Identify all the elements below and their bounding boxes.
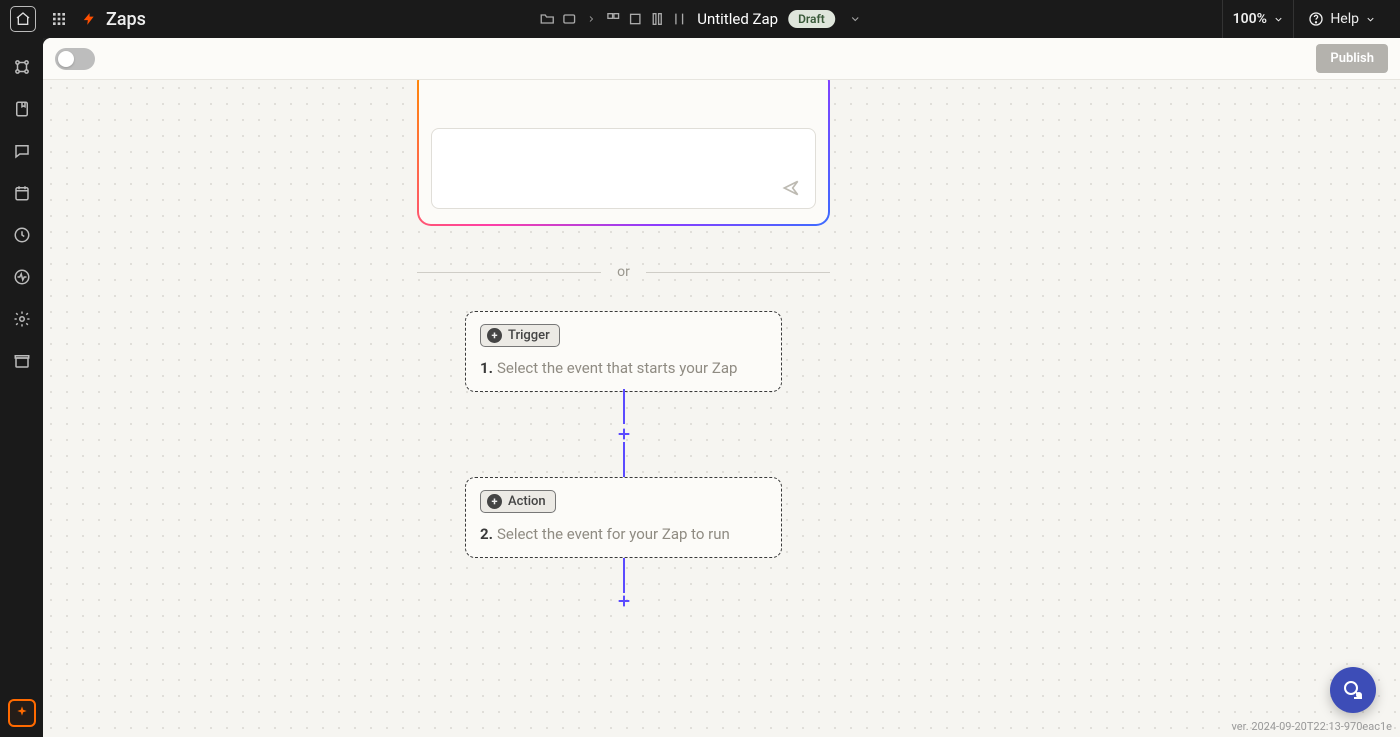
help-label: Help bbox=[1330, 11, 1359, 27]
trigger-description-row: 1.Select the event that starts your Zap bbox=[480, 359, 767, 377]
sparkle-icon bbox=[14, 705, 30, 721]
action-step-number: 2. bbox=[480, 525, 493, 543]
or-label: or bbox=[617, 264, 630, 280]
left-sidebar bbox=[0, 38, 43, 737]
plus-circle-icon: + bbox=[487, 328, 502, 343]
breadcrumb-app-icon bbox=[605, 11, 621, 27]
breadcrumb-app-icon-2 bbox=[627, 11, 643, 27]
connector-line bbox=[623, 558, 625, 593]
action-tag-label: Action bbox=[508, 494, 546, 509]
apps-grid-button[interactable] bbox=[46, 6, 72, 32]
sidebar-history-icon[interactable] bbox=[11, 224, 33, 246]
sidebar-chat-icon[interactable] bbox=[11, 140, 33, 162]
action-description: Select the event for your Zap to run bbox=[497, 525, 730, 543]
sidebar-status-icon[interactable] bbox=[11, 266, 33, 288]
chevron-down-icon bbox=[1273, 14, 1284, 25]
add-step-button[interactable] bbox=[616, 593, 632, 609]
sub-bar: Publish bbox=[43, 38, 1400, 80]
help-circle-icon bbox=[1308, 11, 1324, 27]
ai-prompt-card bbox=[417, 80, 830, 226]
plus-icon bbox=[616, 426, 632, 442]
breadcrumb-sep-icon bbox=[583, 11, 599, 27]
ai-prompt-card-inner bbox=[419, 80, 828, 224]
action-description-row: 2.Select the event for your Zap to run bbox=[480, 525, 767, 543]
support-chat-icon bbox=[1341, 678, 1365, 702]
trigger-tag-label: Trigger bbox=[508, 328, 550, 343]
zap-title[interactable]: Untitled Zap bbox=[697, 10, 778, 28]
ai-prompt-input[interactable] bbox=[431, 128, 816, 209]
action-tag[interactable]: + Action bbox=[480, 490, 556, 513]
divider-line bbox=[417, 272, 601, 273]
apps-grid-icon bbox=[51, 11, 67, 27]
sidebar-archive-icon[interactable] bbox=[11, 350, 33, 372]
chevron-down-icon bbox=[849, 13, 861, 25]
send-icon[interactable] bbox=[781, 178, 801, 198]
breadcrumb-app-icon-4 bbox=[671, 11, 687, 27]
sidebar-settings-icon[interactable] bbox=[11, 308, 33, 330]
sidebar-calendar-icon[interactable] bbox=[11, 182, 33, 204]
trigger-step-card[interactable]: + Trigger 1.Select the event that starts… bbox=[465, 311, 782, 392]
action-step-card[interactable]: + Action 2.Select the event for your Zap… bbox=[465, 477, 782, 558]
main-area: Publish or bbox=[43, 38, 1400, 737]
plus-circle-icon: + bbox=[487, 494, 502, 509]
trigger-step-number: 1. bbox=[480, 359, 493, 377]
sidebar-notes-icon[interactable] bbox=[11, 98, 33, 120]
help-dropdown[interactable]: Help bbox=[1294, 0, 1390, 38]
floating-help-bubble[interactable] bbox=[1330, 667, 1376, 713]
version-label: ver. 2024-09-20T22:13-970eac1e bbox=[1232, 720, 1392, 733]
zoom-label: 100% bbox=[1233, 11, 1267, 27]
divider-line bbox=[646, 272, 830, 273]
connector-line bbox=[623, 389, 625, 424]
sidebar-ai-button[interactable] bbox=[8, 699, 36, 727]
breadcrumb-path-icons bbox=[539, 11, 687, 27]
or-divider: or bbox=[417, 264, 830, 280]
add-step-button[interactable] bbox=[616, 426, 632, 442]
trigger-description: Select the event that starts your Zap bbox=[497, 359, 737, 377]
breadcrumb-app-icon-3 bbox=[649, 11, 665, 27]
bolt-icon bbox=[82, 10, 96, 28]
top-bar-left: Zaps bbox=[10, 6, 146, 32]
chevron-down-icon bbox=[1365, 14, 1376, 25]
status-badge: Draft bbox=[788, 10, 835, 28]
app-body: Publish or bbox=[0, 38, 1400, 737]
publish-button[interactable]: Publish bbox=[1316, 44, 1388, 73]
folder-icon[interactable] bbox=[539, 11, 555, 27]
trigger-tag[interactable]: + Trigger bbox=[480, 324, 560, 347]
top-bar-right: 100% Help bbox=[1222, 0, 1390, 38]
zoom-dropdown[interactable]: 100% bbox=[1222, 0, 1294, 38]
title-dropdown[interactable] bbox=[849, 13, 861, 25]
top-bar: Zaps Untitled Zap bbox=[0, 0, 1400, 38]
enable-zap-toggle[interactable] bbox=[55, 48, 95, 70]
home-icon bbox=[15, 11, 31, 27]
subfolder-icon[interactable] bbox=[561, 11, 577, 27]
connector-line bbox=[623, 442, 625, 477]
plus-icon bbox=[616, 593, 632, 609]
editor-canvas[interactable]: or + Trigger 1.Select the event that sta… bbox=[43, 80, 1400, 737]
sidebar-editor-icon[interactable] bbox=[11, 56, 33, 78]
breadcrumb-root[interactable]: Zaps bbox=[106, 9, 146, 30]
home-button[interactable] bbox=[10, 6, 36, 32]
top-bar-center: Untitled Zap Draft bbox=[539, 10, 861, 28]
